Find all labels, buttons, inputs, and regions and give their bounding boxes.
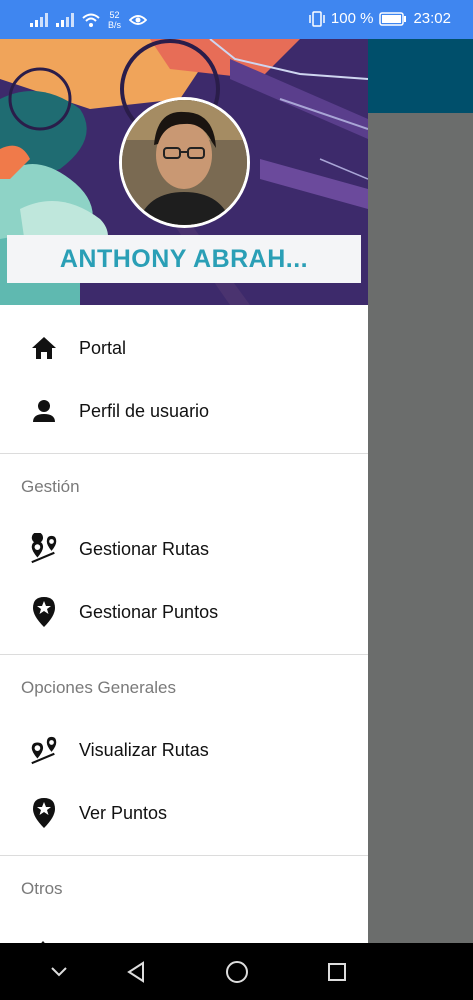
home-circle-icon[interactable]	[222, 957, 252, 987]
status-left: 52 B/s	[30, 10, 148, 30]
menu-item-gestionar-rutas[interactable]: Gestionar Rutas	[0, 521, 368, 577]
app-bar	[368, 39, 473, 113]
eye-icon	[129, 15, 148, 25]
signal-icon	[30, 13, 48, 27]
menu-item-visualizar-rutas[interactable]: Visualizar Rutas	[0, 722, 368, 778]
section-title-gestion: Gestión	[21, 477, 80, 496]
star-pin-icon	[28, 797, 60, 829]
menu-item-label: Visualizar Rutas	[79, 739, 209, 760]
user-name: ANTHONY ABRAH...	[59, 244, 309, 273]
battery-icon	[379, 11, 407, 26]
menu-item-gestionar-puntos[interactable]: Gestionar Puntos	[0, 584, 368, 640]
menu-item-ver-puntos[interactable]: Ver Puntos	[0, 785, 368, 841]
chevron-down-icon[interactable]	[44, 957, 74, 987]
back-icon[interactable]	[121, 957, 151, 987]
route-icon	[28, 533, 60, 565]
user-photo	[122, 100, 247, 225]
section-title-opciones: Opciones Generales	[21, 678, 176, 697]
drawer-header: ANTHONY ABRAH...	[0, 39, 368, 305]
home-icon	[28, 332, 60, 364]
net-speed-value: 52	[109, 10, 120, 20]
menu-item-label: Portal	[79, 337, 127, 358]
status-bar: 52 B/s 100 % 23:02	[0, 0, 473, 39]
net-speed-unit: B/s	[108, 20, 122, 30]
wifi-icon	[82, 13, 100, 27]
user-name-box: ANTHONY ABRAH...	[7, 235, 361, 283]
star-pin-icon	[28, 596, 60, 628]
person-icon	[28, 395, 60, 427]
vibrate-icon	[309, 10, 325, 27]
user-avatar[interactable]	[119, 97, 250, 228]
partial-menu-icon	[36, 936, 50, 943]
menu-item-perfil[interactable]: Perfil de usuario	[0, 383, 368, 439]
divider	[0, 654, 368, 655]
navigation-drawer: ANTHONY ABRAH... Portal Perfil de usuari…	[0, 39, 368, 943]
menu-item-label: Perfil de usuario	[79, 400, 210, 421]
signal-icon-secondary	[56, 13, 74, 27]
menu-item-portal[interactable]: Portal	[0, 320, 368, 376]
section-title-otros: Otros	[21, 879, 63, 898]
status-time: 23:02	[413, 10, 451, 27]
status-right: 100 % 23:02	[309, 10, 451, 27]
route-icon	[28, 734, 60, 766]
menu-item-label: Ver Puntos	[79, 802, 168, 823]
net-speed: 52 B/s	[108, 10, 121, 30]
divider	[0, 855, 368, 856]
menu-item-label: Gestionar Rutas	[79, 538, 210, 559]
recents-icon[interactable]	[322, 957, 352, 987]
battery-percent: 100 %	[330, 10, 374, 27]
drawer-scrim[interactable]	[368, 113, 473, 943]
menu-item-label: Gestionar Puntos	[79, 601, 219, 622]
system-navigation-bar	[0, 943, 473, 1000]
divider	[0, 453, 368, 454]
